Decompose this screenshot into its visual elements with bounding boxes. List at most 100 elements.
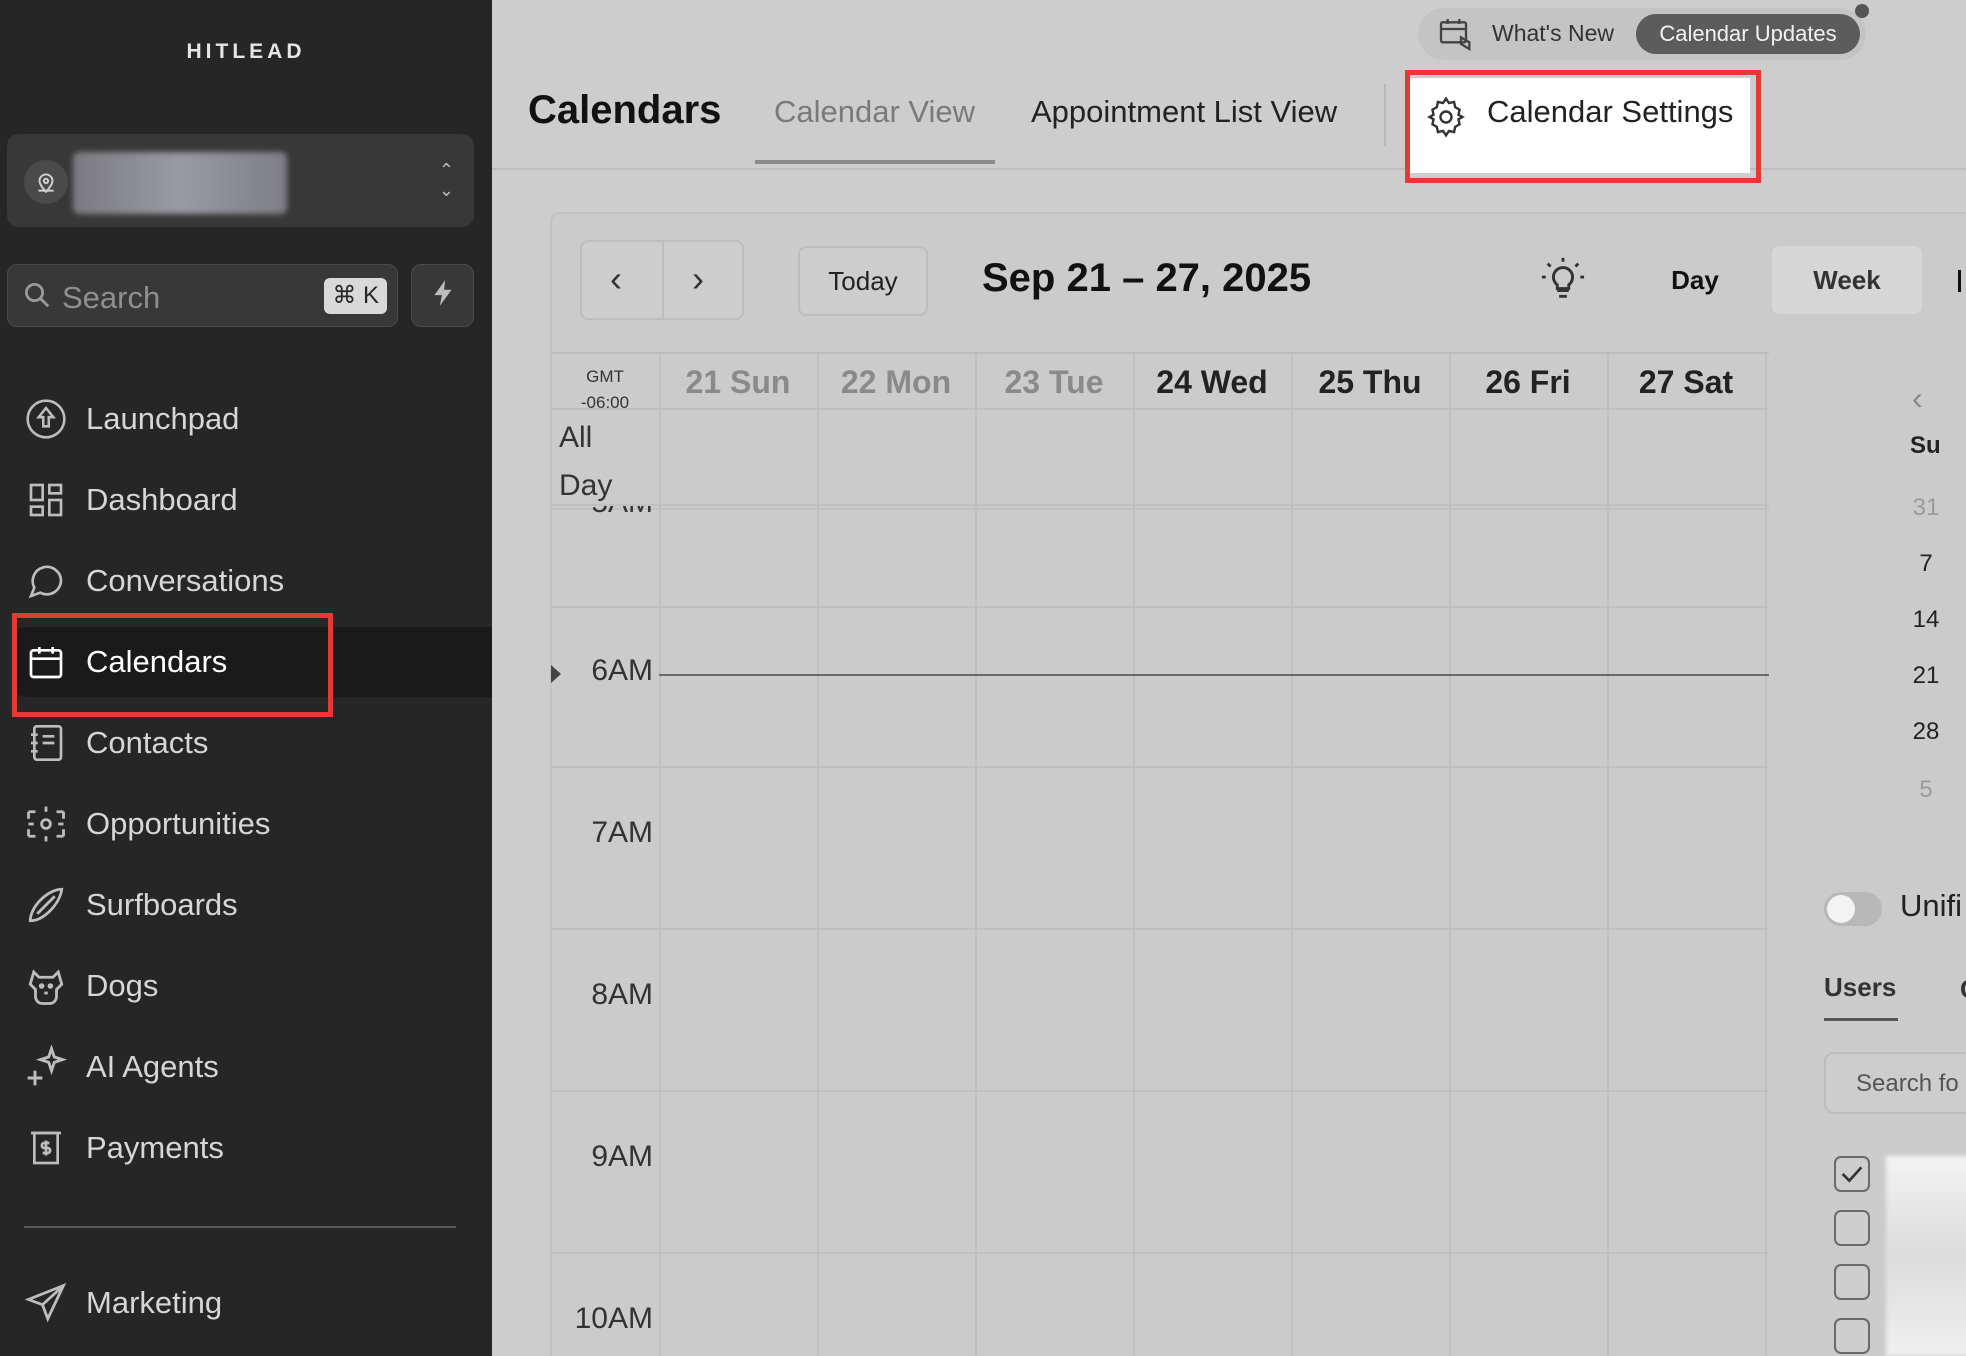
day-header[interactable]: 24 Wed bbox=[1133, 364, 1291, 401]
sidebar-item-label: Dogs bbox=[86, 968, 159, 1003]
sidebar-item-conversations[interactable]: Conversations bbox=[12, 546, 492, 616]
user-checkbox[interactable] bbox=[1834, 1210, 1870, 1246]
mini-calendar-date[interactable]: 28 bbox=[1896, 718, 1956, 746]
user-checkbox[interactable] bbox=[1834, 1318, 1870, 1354]
sidebar-item-launchpad[interactable]: Launchpad bbox=[12, 384, 492, 454]
announcement-icon bbox=[1436, 14, 1476, 59]
highlight-box-calendar-settings bbox=[1405, 70, 1761, 183]
sidebar-item-label: Conversations bbox=[86, 563, 285, 598]
active-tab-underline bbox=[755, 160, 995, 164]
search-icon bbox=[22, 280, 52, 315]
user-checkbox-checked[interactable] bbox=[1834, 1156, 1870, 1192]
view-day-button[interactable]: Day bbox=[1620, 246, 1770, 314]
quick-actions-button[interactable] bbox=[411, 264, 474, 327]
sidebar-item-label: Marketing bbox=[86, 1285, 223, 1320]
highlight-box-calendars bbox=[12, 613, 333, 717]
user-names-redacted bbox=[1886, 1156, 1966, 1356]
brand-logo: HITLEAD bbox=[186, 40, 306, 63]
mini-calendar-date[interactable]: 7 bbox=[1896, 550, 1956, 578]
whats-new-label[interactable]: What's New bbox=[1492, 20, 1614, 47]
dog-icon bbox=[22, 962, 70, 1010]
sidebar-item-contacts[interactable]: Contacts bbox=[12, 708, 492, 778]
sidebar-search[interactable]: Search ⌘ K bbox=[7, 264, 398, 327]
hour-divider bbox=[551, 1090, 1769, 1092]
contacts-icon bbox=[22, 719, 70, 767]
week-grid: GMT -06:00 All Day 21 Sun 22 Mon 23 Tue 24 … bbox=[551, 352, 1769, 1356]
sidebar-item-label: AI Agents bbox=[86, 1049, 219, 1084]
day-header[interactable]: 22 Mon bbox=[817, 364, 975, 401]
hour-label: 10AM bbox=[574, 1302, 653, 1335]
all-day-line: Day bbox=[559, 469, 613, 502]
tab-calendars-clipped[interactable]: C bbox=[1960, 974, 1966, 1005]
day-header[interactable]: 25 Thu bbox=[1291, 364, 1449, 401]
hour-divider bbox=[551, 1252, 1769, 1254]
all-day-line: All bbox=[559, 421, 593, 454]
tab-appointment-list-view[interactable]: Appointment List View bbox=[1031, 94, 1337, 130]
surfboard-icon bbox=[22, 881, 70, 929]
mini-calendar-date[interactable]: 5 bbox=[1896, 776, 1956, 804]
location-switcher[interactable]: ⌃ ⌄ bbox=[7, 134, 474, 227]
sidebar-item-ai-agents[interactable]: AI Agents bbox=[12, 1032, 492, 1102]
sidebar-divider bbox=[24, 1226, 456, 1228]
row-divider bbox=[551, 408, 1769, 410]
lightning-icon bbox=[430, 278, 456, 313]
tab-separator bbox=[1384, 84, 1386, 146]
mini-calendar-weekday: Su bbox=[1910, 432, 1941, 459]
page-title: Calendars bbox=[528, 88, 722, 132]
sidebar-item-label: Surfboards bbox=[86, 887, 238, 922]
day-header[interactable]: 23 Tue bbox=[975, 364, 1133, 401]
day-header[interactable]: 27 Sat bbox=[1607, 364, 1765, 401]
chevron-left-icon[interactable]: ‹ bbox=[610, 258, 622, 300]
unified-view-label: Unifi bbox=[1900, 888, 1963, 923]
tab-calendar-view[interactable]: Calendar View bbox=[774, 94, 975, 130]
search-shortcut-badge: ⌘ K bbox=[324, 278, 387, 314]
tab-users[interactable]: Users bbox=[1824, 972, 1896, 1003]
sidebar-item-label: Opportunities bbox=[86, 806, 271, 841]
user-checkbox[interactable] bbox=[1834, 1264, 1870, 1300]
launchpad-icon bbox=[22, 395, 70, 443]
day-header[interactable]: 21 Sun bbox=[659, 364, 817, 401]
sidebar-item-dogs[interactable]: Dogs bbox=[12, 951, 492, 1021]
calendar-updates-badge[interactable]: Calendar Updates bbox=[1636, 14, 1860, 54]
view-month-button-clipped[interactable] bbox=[1958, 270, 1961, 292]
sidebar-item-opportunities[interactable]: Opportunities bbox=[12, 789, 492, 859]
row-divider bbox=[551, 508, 1769, 510]
hour-label: 7AM bbox=[591, 816, 653, 849]
sidebar-item-surfboards[interactable]: Surfboards bbox=[12, 870, 492, 940]
row-divider bbox=[551, 504, 1769, 506]
chevron-left-icon[interactable]: ‹ bbox=[1912, 380, 1923, 417]
timezone-line: GMT bbox=[586, 367, 624, 386]
toggle-knob bbox=[1827, 895, 1855, 923]
user-search-input[interactable]: Search fo bbox=[1824, 1052, 1966, 1114]
location-pin-icon bbox=[24, 160, 68, 204]
location-name-redacted bbox=[73, 152, 287, 214]
sparkle-icon bbox=[22, 1043, 70, 1091]
search-placeholder: Search bbox=[62, 280, 161, 315]
unified-view-toggle[interactable] bbox=[1824, 892, 1882, 926]
hour-divider bbox=[551, 766, 1769, 768]
today-button[interactable]: Today bbox=[798, 246, 928, 316]
payments-icon bbox=[22, 1124, 70, 1172]
sidebar-item-dashboard[interactable]: Dashboard bbox=[12, 465, 492, 535]
sidebar-item-label: Payments bbox=[86, 1130, 224, 1165]
opportunities-icon bbox=[22, 800, 70, 848]
user-search-placeholder: Search fo bbox=[1856, 1070, 1959, 1097]
mini-calendar-date[interactable]: 31 bbox=[1896, 494, 1956, 522]
chevron-updown-icon: ⌃ ⌄ bbox=[438, 160, 454, 200]
sidebar-item-payments[interactable]: Payments bbox=[12, 1113, 492, 1183]
view-week-button[interactable]: Week bbox=[1772, 246, 1922, 314]
sidebar-item-marketing[interactable]: Marketing bbox=[12, 1268, 492, 1338]
hour-label: 9AM bbox=[591, 1140, 653, 1173]
hour-label: 8AM bbox=[591, 978, 653, 1011]
chevron-right-icon[interactable]: › bbox=[692, 258, 704, 300]
sidebar-item-label: Dashboard bbox=[86, 482, 238, 517]
dashboard-icon bbox=[22, 476, 70, 524]
day-header[interactable]: 26 Fri bbox=[1449, 364, 1607, 401]
date-range-title: Sep 21 – 27, 2025 bbox=[982, 256, 1312, 300]
mini-calendar-date[interactable]: 14 bbox=[1896, 606, 1956, 634]
mini-calendar-date[interactable]: 21 bbox=[1896, 662, 1956, 690]
lightbulb-icon[interactable] bbox=[1540, 256, 1586, 307]
date-navigation: ‹ › bbox=[580, 240, 744, 320]
send-icon bbox=[22, 1279, 70, 1327]
hour-divider bbox=[551, 928, 1769, 930]
